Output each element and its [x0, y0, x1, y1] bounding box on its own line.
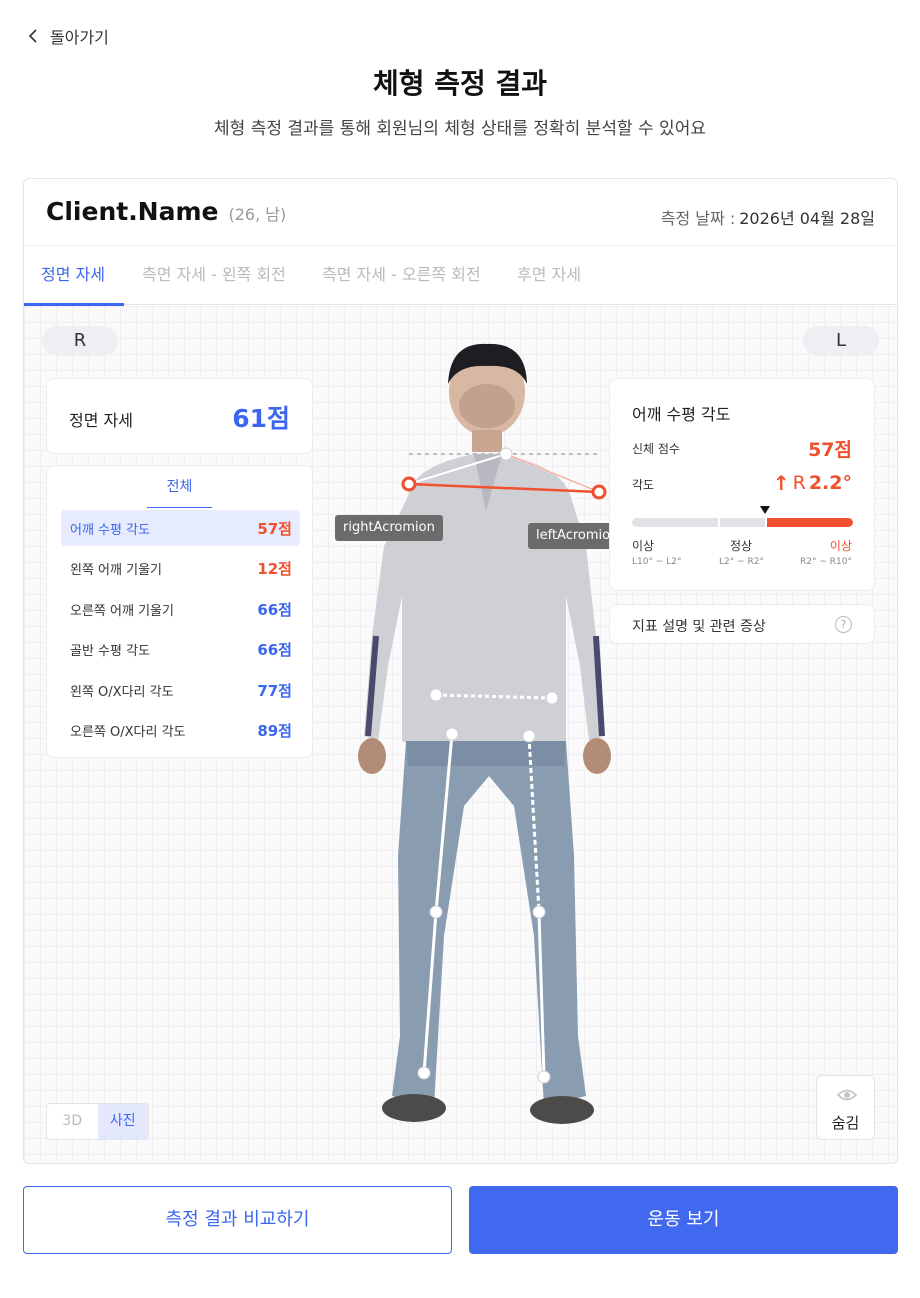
- angle-side: R: [792, 472, 806, 494]
- scale-label-mid: 정상: [730, 539, 753, 553]
- metric-row[interactable]: 왼쪽 O/X다리 각도 77점: [61, 672, 300, 708]
- metric-score: 57점: [257, 519, 292, 538]
- metric-score: 77점: [257, 681, 292, 700]
- detail-title: 어깨 수평 각도: [632, 405, 731, 424]
- metric-name: 오른쪽 O/X다리 각도: [70, 725, 186, 740]
- compare-results-button[interactable]: 측정 결과 비교하기: [23, 1186, 452, 1254]
- indicator-info-button[interactable]: 지표 설명 및 관련 증상 ?: [609, 604, 875, 644]
- view-photo-option[interactable]: 사진: [97, 1104, 148, 1139]
- help-icon: ?: [835, 616, 852, 633]
- client-name: Client.Name: [46, 197, 219, 226]
- left-acromion-label: leftAcromio: [528, 523, 610, 549]
- scale-divider: [764, 518, 767, 527]
- posture-score-value: 61점: [232, 404, 290, 433]
- measure-date-label: 측정 날짜 :: [660, 209, 736, 228]
- body-score-value: 57점: [808, 439, 852, 461]
- metric-score: 66점: [257, 641, 292, 659]
- angle-scale-bar: [632, 518, 853, 527]
- metric-name: 오른쪽 어깨 기울기: [70, 603, 174, 619]
- right-acromion-label: rightAcromion: [335, 515, 443, 541]
- measure-date: 측정 날짜 : 2026년 04월 28일: [661, 205, 875, 229]
- scale-range-mid: L2° ~ R2°: [719, 557, 764, 567]
- back-label: 돌아가기: [50, 28, 109, 47]
- arrow-up-icon: ↑: [772, 471, 790, 495]
- metric-name: 왼쪽 어깨 기울기: [70, 563, 162, 578]
- scale-range-right: R2° ~ R10°: [800, 557, 852, 567]
- posture-score-label: 정면 자세: [69, 411, 133, 430]
- tab-back[interactable]: 후면 자세: [517, 246, 581, 306]
- body-score-label: 신체 점수: [632, 442, 680, 456]
- posture-score-card: 정면 자세 61점: [46, 378, 313, 454]
- tab-front[interactable]: 정면 자세: [24, 246, 124, 306]
- scale-divider: [718, 518, 721, 527]
- result-card: Client.Name (26, 남) 측정 날짜 : 2026년 04월 28…: [23, 178, 898, 1164]
- posture-tabs: 정면 자세 측면 자세 - 왼쪽 회전 측면 자세 - 오른쪽 회전 후면 자세: [24, 245, 897, 306]
- scale-label-right: 이상: [829, 539, 852, 553]
- angle-marker: [759, 506, 770, 514]
- angle-number: 2.2°: [808, 472, 852, 494]
- angle-label: 각도: [632, 478, 655, 492]
- metric-row[interactable]: 왼쪽 어깨 기울기 12점: [61, 551, 300, 587]
- angle-value: ↑ R 2.2°: [773, 471, 852, 495]
- back-button[interactable]: 돌아가기: [26, 24, 109, 48]
- client-info: Client.Name (26, 남): [46, 197, 286, 226]
- metric-list-card: 전체 어깨 수평 각도 57점 왼쪽 어깨 기울기 12점 오른쪽 어깨 기울기 66점 골…: [46, 465, 313, 758]
- page-subtitle: 체형 측정 결과를 통해 회원님의 체형 상태를 정확히 분석할 수 있어요: [214, 119, 706, 139]
- view-exercise-button[interactable]: 운동 보기: [469, 1186, 898, 1254]
- hide-label: 숨김: [831, 1114, 860, 1132]
- metric-row[interactable]: 어깨 수평 각도 57점: [61, 510, 300, 546]
- tab-side-left[interactable]: 측면 자세 - 왼쪽 회전: [142, 246, 286, 306]
- eye-icon: [837, 1089, 857, 1101]
- page-title: 체형 측정 결과: [372, 67, 548, 100]
- shoulder-angle-card: 어깨 수평 각도 신체 점수 57점 각도 ↑ R 2.2° 이상 정상 이상 …: [609, 378, 875, 591]
- metric-row[interactable]: 오른쪽 어깨 기울기 66점: [61, 591, 300, 627]
- metric-name: 왼쪽 O/X다리 각도: [70, 684, 174, 700]
- tab-all-metrics[interactable]: 전체: [147, 474, 212, 508]
- left-side-indicator: L: [803, 326, 879, 356]
- scale-label-left: 이상: [632, 539, 655, 553]
- metric-score: 66점: [257, 600, 292, 619]
- indicator-info-label: 지표 설명 및 관련 증상: [632, 619, 766, 635]
- metric-name: 골반 수평 각도: [70, 644, 151, 659]
- metric-list: 어깨 수평 각도 57점 왼쪽 어깨 기울기 12점 오른쪽 어깨 기울기 66점 골반 수…: [61, 510, 300, 753]
- hide-overlay-button[interactable]: 숨김: [816, 1075, 875, 1140]
- metric-name: 어깨 수평 각도: [70, 522, 151, 538]
- metric-score: 89점: [257, 722, 292, 740]
- view-3d-option[interactable]: 3D: [47, 1104, 98, 1139]
- metric-row[interactable]: 오른쪽 O/X다리 각도 89점: [61, 713, 300, 749]
- measure-date-value: 2026년 04월 28일: [739, 209, 875, 228]
- tab-side-right[interactable]: 측면 자세 - 오른쪽 회전: [322, 246, 481, 306]
- view-toggle: 3D 사진: [46, 1103, 149, 1140]
- analysis-stage: R L rightAcromion leftAcromio 정면 자세 61점 …: [24, 306, 897, 1163]
- right-side-indicator: R: [42, 326, 118, 356]
- chevron-left-icon: [28, 29, 37, 43]
- metric-row[interactable]: 골반 수평 각도 66점: [61, 632, 300, 668]
- metric-score: 12점: [257, 560, 292, 578]
- abnormal-range-fill: [764, 518, 853, 527]
- body-photo: [358, 343, 611, 1124]
- client-meta: (26, 남): [228, 205, 287, 224]
- scale-range-left: L10° ~ L2°: [632, 557, 682, 567]
